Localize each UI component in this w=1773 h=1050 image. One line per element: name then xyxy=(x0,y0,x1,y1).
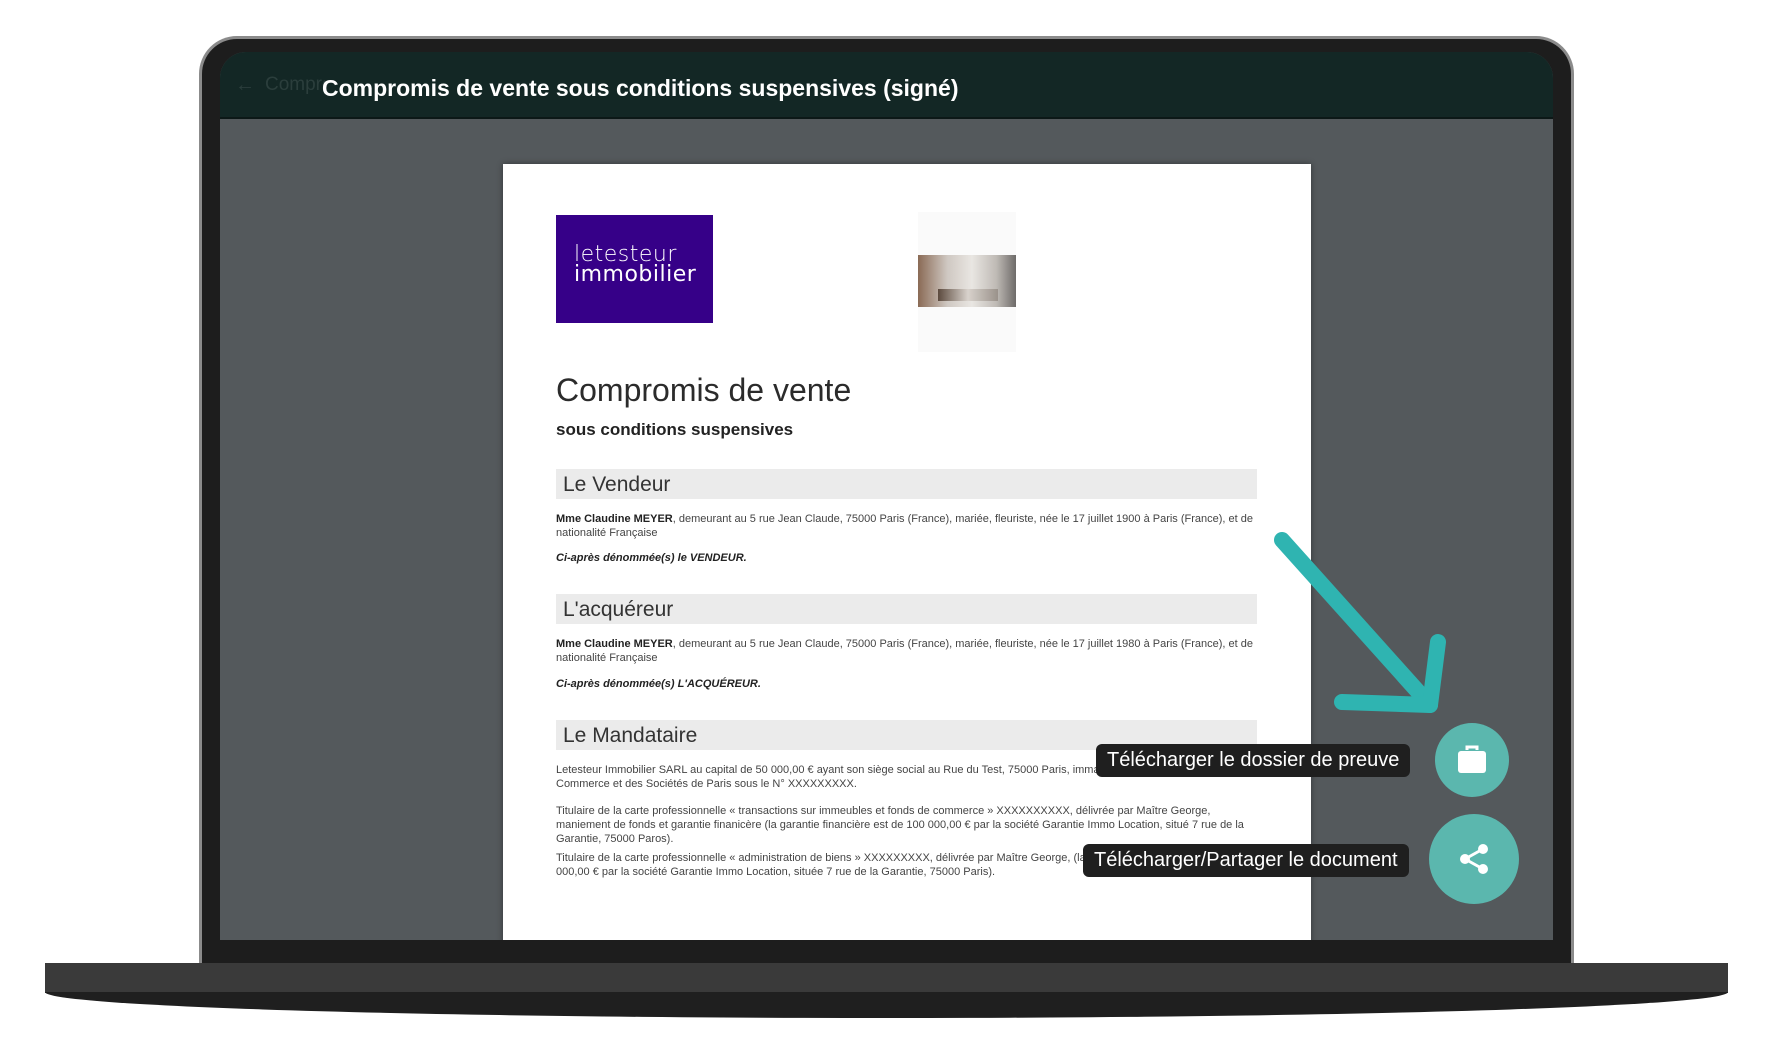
app-screen: ← Compromis de vente sous conditions sus… xyxy=(220,52,1553,940)
section-note-vendeur: Ci-après dénommée(s) le VENDEUR. xyxy=(556,552,747,564)
header-ghost-title: Compromis de vente sous conditions suspe… xyxy=(265,74,325,95)
arrow-shaft xyxy=(1274,532,1438,713)
section-text-acquereur: Mme Claudine MEYER, demeurant au 5 rue J… xyxy=(556,637,1261,665)
app-header: ← Compromis de vente sous conditions sus… xyxy=(220,52,1553,119)
laptop-base-edge xyxy=(45,992,1728,1018)
tooltip-download-proof: Télécharger le dossier de preuve xyxy=(1096,744,1411,777)
section-heading-vendeur: Le Vendeur xyxy=(556,469,1257,499)
share-icon xyxy=(1460,844,1488,874)
logo-line-2: immobilier xyxy=(574,262,697,287)
document-page[interactable]: letesteur immobilier Compromis de vente … xyxy=(503,164,1311,940)
section-text-vendeur: Mme Claudine MEYER, demeurant au 5 rue J… xyxy=(556,512,1261,540)
property-photo xyxy=(918,255,1016,307)
briefcase-icon xyxy=(1458,745,1486,773)
tooltip-share-document: Télécharger/Partager le document xyxy=(1083,844,1409,877)
document-subtitle: sous conditions suspensives xyxy=(556,420,794,439)
party-name: Mme Claudine MEYER xyxy=(556,513,673,525)
annotation-arrow xyxy=(1274,532,1446,713)
document-title: Compromis de vente xyxy=(556,372,852,408)
arrow-left-icon[interactable]: ← xyxy=(235,74,257,96)
share-document-button[interactable] xyxy=(1429,814,1519,904)
party-name: Mme Claudine MEYER xyxy=(556,638,673,650)
section-heading-acquereur: L'acquéreur xyxy=(556,594,1257,624)
download-proof-button[interactable] xyxy=(1435,723,1509,797)
agency-logo: letesteur immobilier xyxy=(556,215,713,323)
mandataire-paragraph-2: Titulaire de la carte professionnelle « … xyxy=(556,805,1244,845)
laptop-base xyxy=(45,963,1728,993)
page-title: Compromis de vente sous conditions suspe… xyxy=(322,75,959,101)
property-photo-frame xyxy=(918,212,1016,352)
section-note-acquereur: Ci-après dénommée(s) L'ACQUÉREUR. xyxy=(556,678,761,690)
